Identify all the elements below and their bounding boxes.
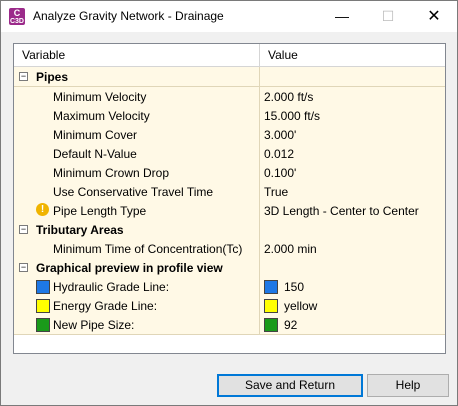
row-divider — [259, 258, 260, 277]
row-divider — [259, 67, 260, 86]
property-row[interactable]: New Pipe Size: 92 — [14, 315, 445, 335]
color-swatch[interactable] — [264, 280, 278, 294]
property-label: Maximum Velocity — [53, 109, 150, 123]
category-pipes[interactable]: − Pipes — [14, 67, 445, 87]
title-bar[interactable]: C C3D Analyze Gravity Network - Drainage… — [1, 1, 457, 32]
property-value[interactable]: 3.000' — [264, 128, 296, 142]
category-graphical-preview[interactable]: − Graphical preview in profile view — [14, 258, 445, 278]
property-grid: Variable Value − Pipes Minimum Velocity … — [13, 43, 446, 354]
app-icon-letter: C — [13, 8, 21, 18]
row-divider — [259, 315, 260, 334]
row-divider — [259, 144, 260, 163]
row-divider — [259, 87, 260, 106]
row-divider — [259, 201, 260, 220]
color-swatch — [36, 318, 50, 332]
property-row[interactable]: Energy Grade Line: yellow — [14, 296, 445, 316]
category-tributary-areas[interactable]: − Tributary Areas — [14, 220, 445, 240]
color-swatch — [36, 299, 50, 313]
property-row[interactable]: Use Conservative Travel Time True — [14, 182, 445, 202]
property-row[interactable]: Hydraulic Grade Line: 150 — [14, 277, 445, 297]
property-label: Default N-Value — [53, 147, 137, 161]
row-divider — [259, 106, 260, 125]
color-swatch[interactable] — [264, 318, 278, 332]
row-divider — [259, 239, 260, 258]
property-value[interactable]: True — [264, 185, 288, 199]
warning-icon: ! — [36, 203, 49, 216]
save-and-return-button[interactable]: Save and Return — [217, 374, 363, 397]
row-divider — [259, 220, 260, 239]
property-label: Pipe Length Type — [53, 204, 147, 218]
property-row[interactable]: Minimum Time of Concentration(Tc) 2.000 … — [14, 239, 445, 259]
collapse-icon[interactable]: − — [19, 72, 28, 81]
property-value[interactable]: 2.000 ft/s — [264, 90, 313, 104]
property-row[interactable]: ! Pipe Length Type 3D Length - Center to… — [14, 201, 445, 221]
property-value[interactable]: 15.000 ft/s — [264, 109, 320, 123]
property-row[interactable]: Default N-Value 0.012 — [14, 144, 445, 164]
app-icon-subtext: C3D — [9, 18, 24, 25]
grid-header: Variable Value — [14, 44, 445, 67]
property-value[interactable]: 92 — [284, 318, 297, 332]
property-label: Hydraulic Grade Line: — [53, 280, 170, 294]
row-divider — [259, 163, 260, 182]
color-swatch — [36, 280, 50, 294]
collapse-icon[interactable]: − — [19, 263, 28, 272]
property-row[interactable]: Minimum Cover 3.000' — [14, 125, 445, 145]
category-label: Graphical preview in profile view — [36, 261, 223, 275]
maximize-button: ☐ — [381, 8, 395, 24]
category-label: Tributary Areas — [36, 223, 124, 237]
civil3d-app-icon: C C3D — [9, 8, 25, 25]
column-separator[interactable] — [259, 44, 260, 66]
row-divider — [259, 125, 260, 144]
close-button[interactable]: ✕ — [411, 1, 457, 32]
dialog-window: C C3D Analyze Gravity Network - Drainage… — [0, 0, 458, 406]
column-header-variable[interactable]: Variable — [22, 48, 65, 62]
color-swatch[interactable] — [264, 299, 278, 313]
property-row[interactable]: Minimum Crown Drop 0.100' — [14, 163, 445, 183]
column-header-value[interactable]: Value — [268, 48, 298, 62]
property-row[interactable]: Minimum Velocity 2.000 ft/s — [14, 87, 445, 107]
minimize-button[interactable]: — — [319, 1, 365, 32]
property-value[interactable]: 2.000 min — [264, 242, 317, 256]
property-row[interactable]: Maximum Velocity 15.000 ft/s — [14, 106, 445, 126]
window-title: Analyze Gravity Network - Drainage — [33, 9, 224, 23]
property-label: New Pipe Size: — [53, 318, 135, 332]
row-divider — [259, 277, 260, 296]
row-divider — [259, 182, 260, 201]
property-label: Use Conservative Travel Time — [53, 185, 214, 199]
property-label: Energy Grade Line: — [53, 299, 158, 313]
property-label: Minimum Cover — [53, 128, 138, 142]
collapse-icon[interactable]: − — [19, 225, 28, 234]
help-button[interactable]: Help — [367, 374, 449, 397]
property-value[interactable]: 150 — [284, 280, 304, 294]
property-value[interactable]: 0.012 — [264, 147, 294, 161]
property-value[interactable]: 3D Length - Center to Center — [264, 204, 419, 218]
property-label: Minimum Time of Concentration(Tc) — [53, 242, 243, 256]
row-divider — [259, 296, 260, 315]
property-value[interactable]: 0.100' — [264, 166, 296, 180]
category-label: Pipes — [36, 70, 69, 84]
property-label: Minimum Velocity — [53, 90, 147, 104]
property-label: Minimum Crown Drop — [53, 166, 170, 180]
property-value[interactable]: yellow — [284, 299, 317, 313]
